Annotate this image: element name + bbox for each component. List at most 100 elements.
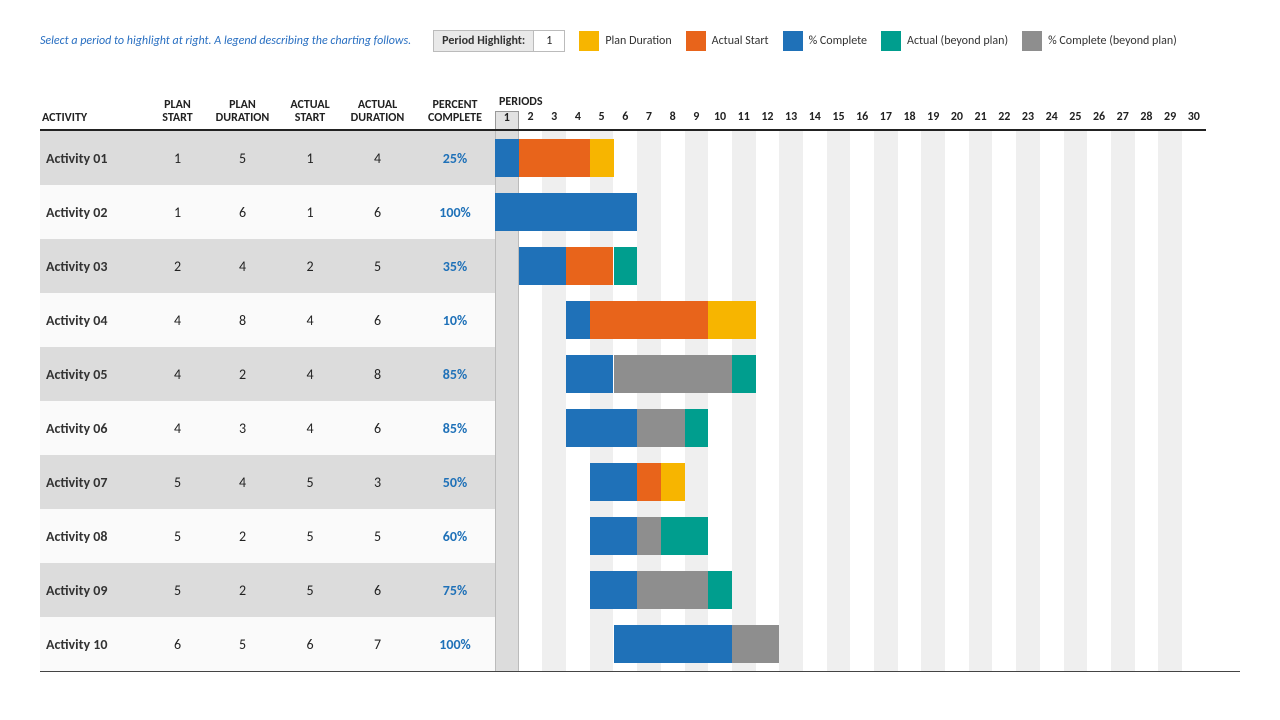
period-number[interactable]: 14 [803,111,827,129]
period-highlight-value[interactable]: 1 [533,31,564,51]
cell-percent-complete[interactable]: 10% [415,293,495,347]
swatch-beyond-icon [881,31,901,51]
cell-plan-start[interactable]: 2 [150,239,205,293]
cell-plan-duration[interactable]: 2 [205,563,280,617]
period-number[interactable]: 16 [850,111,874,129]
period-highlight-control[interactable]: Period Highlight: 1 [433,30,565,52]
period-number[interactable]: 21 [969,111,993,129]
cell-plan-start[interactable]: 4 [150,347,205,401]
cell-plan-duration[interactable]: 2 [205,347,280,401]
period-number[interactable]: 20 [945,111,969,129]
cell-activity-name[interactable]: Activity 02 [40,185,150,239]
bar-complete [519,247,566,285]
period-number[interactable]: 5 [590,111,614,129]
period-number[interactable]: 29 [1158,111,1182,129]
period-number[interactable]: 15 [827,111,851,129]
period-number[interactable]: 1 [495,111,519,129]
cell-plan-duration[interactable]: 4 [205,239,280,293]
cell-actual-duration[interactable]: 6 [340,563,415,617]
period-number[interactable]: 17 [874,111,898,129]
cell-percent-complete[interactable]: 100% [415,185,495,239]
cell-plan-start[interactable]: 1 [150,185,205,239]
period-number[interactable]: 10 [708,111,732,129]
cell-activity-name[interactable]: Activity 04 [40,293,150,347]
cell-activity-name[interactable]: Activity 05 [40,347,150,401]
period-number[interactable]: 12 [756,111,780,129]
cell-actual-duration[interactable]: 7 [340,617,415,671]
period-number[interactable]: 18 [898,111,922,129]
cell-actual-start[interactable]: 4 [280,293,340,347]
cell-plan-duration[interactable]: 2 [205,509,280,563]
period-number[interactable]: 23 [1016,111,1040,129]
cell-plan-duration[interactable]: 6 [205,185,280,239]
cell-activity-name[interactable]: Activity 03 [40,239,150,293]
period-number[interactable]: 26 [1087,111,1111,129]
period-numbers-row: 1234567891011121314151617181920212223242… [495,111,1206,131]
period-number[interactable]: 6 [613,111,637,129]
cell-percent-complete[interactable]: 85% [415,347,495,401]
cell-activity-name[interactable]: Activity 09 [40,563,150,617]
period-number[interactable]: 30 [1182,111,1206,129]
cell-activity-name[interactable]: Activity 10 [40,617,150,671]
cell-actual-start[interactable]: 5 [280,455,340,509]
bar-complete [590,517,637,555]
cell-actual-start[interactable]: 5 [280,563,340,617]
period-number[interactable]: 22 [992,111,1016,129]
cell-plan-duration[interactable]: 3 [205,401,280,455]
cell-actual-start[interactable]: 6 [280,617,340,671]
period-number[interactable]: 3 [542,111,566,129]
cell-actual-duration[interactable]: 6 [340,401,415,455]
cell-activity-name[interactable]: Activity 06 [40,401,150,455]
period-number[interactable]: 13 [779,111,803,129]
cell-percent-complete[interactable]: 85% [415,401,495,455]
cell-percent-complete[interactable]: 25% [415,131,495,185]
cell-percent-complete[interactable]: 75% [415,563,495,617]
cell-activity-name[interactable]: Activity 08 [40,509,150,563]
cell-actual-duration[interactable]: 4 [340,131,415,185]
period-number[interactable]: 28 [1135,111,1159,129]
cell-activity-name[interactable]: Activity 07 [40,455,150,509]
cell-percent-complete[interactable]: 50% [415,455,495,509]
cell-actual-duration[interactable]: 3 [340,455,415,509]
cell-actual-start[interactable]: 1 [280,185,340,239]
period-number[interactable]: 9 [685,111,709,129]
gantt-row-chart [495,239,1206,293]
cell-actual-duration[interactable]: 6 [340,293,415,347]
cell-actual-duration[interactable]: 6 [340,185,415,239]
cell-actual-start[interactable]: 4 [280,401,340,455]
cell-percent-complete[interactable]: 100% [415,617,495,671]
cell-plan-duration[interactable]: 5 [205,617,280,671]
cell-plan-start[interactable]: 4 [150,401,205,455]
period-number[interactable]: 25 [1064,111,1088,129]
period-number[interactable]: 7 [637,111,661,129]
cell-activity-name[interactable]: Activity 01 [40,131,150,185]
cell-plan-start[interactable]: 5 [150,509,205,563]
cell-plan-duration[interactable]: 4 [205,455,280,509]
period-number[interactable]: 8 [661,111,685,129]
cell-plan-start[interactable]: 6 [150,617,205,671]
cell-actual-duration[interactable]: 5 [340,239,415,293]
cell-actual-start[interactable]: 5 [280,509,340,563]
cell-plan-duration[interactable]: 8 [205,293,280,347]
cell-plan-start[interactable]: 5 [150,563,205,617]
cell-actual-start[interactable]: 2 [280,239,340,293]
cell-percent-complete[interactable]: 60% [415,509,495,563]
period-number[interactable]: 2 [519,111,543,129]
period-number[interactable]: 24 [1040,111,1064,129]
cell-plan-start[interactable]: 4 [150,293,205,347]
cell-plan-start[interactable]: 1 [150,131,205,185]
legend-beyond-label: Actual (beyond plan) [907,34,1008,48]
period-number[interactable]: 4 [566,111,590,129]
cell-plan-duration[interactable]: 5 [205,131,280,185]
period-number[interactable]: 19 [921,111,945,129]
cell-percent-complete[interactable]: 35% [415,239,495,293]
period-number[interactable]: 27 [1111,111,1135,129]
cell-actual-start[interactable]: 4 [280,347,340,401]
period-number[interactable]: 11 [732,111,756,129]
legend-complete-label: % Complete [809,34,867,48]
cell-plan-start[interactable]: 5 [150,455,205,509]
cell-actual-start[interactable]: 1 [280,131,340,185]
cell-actual-duration[interactable]: 8 [340,347,415,401]
gantt-grid: ACTIVITY PLAN START PLAN DURATION ACTUAL… [40,92,1240,672]
cell-actual-duration[interactable]: 5 [340,509,415,563]
